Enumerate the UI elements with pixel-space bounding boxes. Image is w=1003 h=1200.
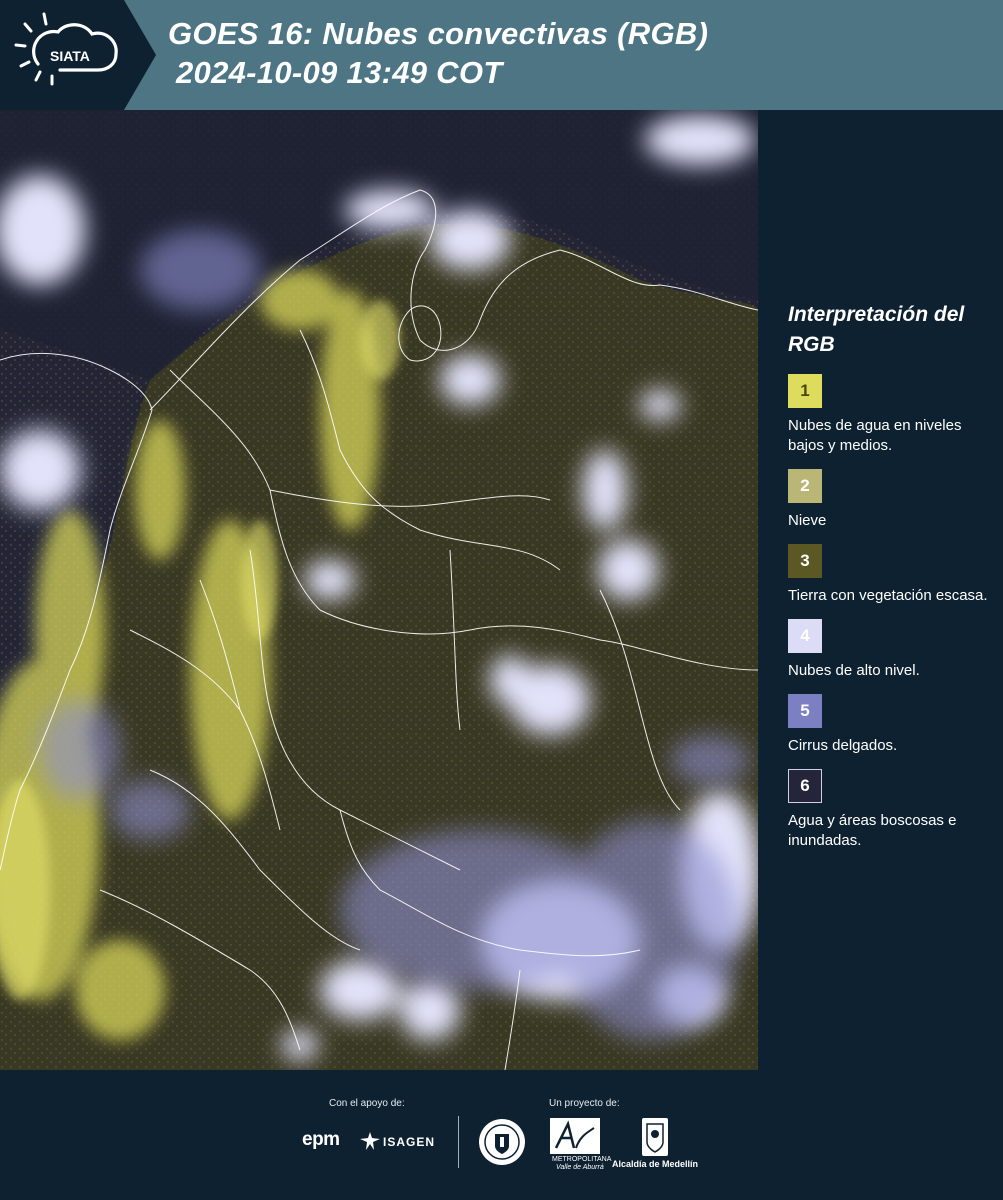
legend-swatch-6: 6 xyxy=(788,769,822,803)
legend-item-1: 1 Nubes de agua en niveles bajos y medio… xyxy=(788,374,988,456)
legend-swatch-5: 5 xyxy=(788,694,822,728)
isagen-logo: ISAGEN xyxy=(383,1135,436,1149)
legend-label-6: Agua y áreas boscosas e inundadas. xyxy=(788,812,957,849)
legend-label-3: Tierra con vegetación escasa. xyxy=(788,587,988,604)
legend-number-6: 6 xyxy=(800,776,810,795)
satellite-map[interactable] xyxy=(0,110,758,1070)
legend-swatch-2: 2 xyxy=(788,469,822,503)
legend-panel: Interpretación del RGB 1 Nubes de agua e… xyxy=(788,300,988,864)
page-timestamp: 2024-10-09 13:49 COT xyxy=(176,55,503,90)
header-bar: SIATA GOES 16: Nubes convectivas (RGB) 2… xyxy=(0,0,1003,110)
legend-label-2: Nieve xyxy=(788,512,827,529)
legend-number-3: 3 xyxy=(800,551,810,570)
legend-item-4: 4 Nubes de alto nivel. xyxy=(788,619,988,681)
legend-label-1: Nubes de agua en niveles bajos y medios. xyxy=(788,417,962,454)
legend-item-3: 3 Tierra con vegetación escasa. xyxy=(788,544,988,606)
legend-swatch-4: 4 xyxy=(788,619,822,653)
legend-label-5: Cirrus delgados. xyxy=(788,737,898,754)
legend-item-6: 6 Agua y áreas boscosas e inundadas. xyxy=(788,769,988,851)
legend-swatch-3: 3 xyxy=(788,544,822,578)
satellite-image xyxy=(0,110,758,1070)
isagen-star-icon xyxy=(360,1132,380,1150)
support-caption: Con el apoyo de: xyxy=(329,1098,405,1109)
legend-number-2: 2 xyxy=(800,476,810,495)
legend-item-5: 5 Cirrus delgados. xyxy=(788,694,988,756)
area-metropolitana-logo xyxy=(550,1118,600,1154)
legend-number-1: 1 xyxy=(800,381,810,400)
university-seal-icon xyxy=(479,1119,525,1165)
area-sub-caption: Valle de Aburrá xyxy=(556,1164,604,1171)
legend-item-2: 2 Nieve xyxy=(788,469,988,531)
alcaldia-caption: Alcaldía de Medellín xyxy=(612,1159,699,1169)
legend-number-5: 5 xyxy=(800,701,810,720)
footer: Con el apoyo de: Un proyecto de: epm ISA… xyxy=(0,1070,1003,1200)
legend-title: Interpretación del RGB xyxy=(788,303,965,356)
legend-number-4: 4 xyxy=(800,626,810,645)
project-caption: Un proyecto de: xyxy=(549,1098,620,1109)
area-caption: METROPOLITANA xyxy=(552,1156,612,1163)
page-title: GOES 16: Nubes convectivas (RGB) xyxy=(168,16,709,51)
legend-swatch-1: 1 xyxy=(788,374,822,408)
siata-logo-text: SIATA xyxy=(50,48,90,64)
footer-divider xyxy=(458,1116,459,1168)
alcaldia-crest-icon xyxy=(642,1118,668,1156)
legend-label-4: Nubes de alto nivel. xyxy=(788,662,920,679)
siata-logo: SIATA xyxy=(0,0,156,110)
epm-logo: epm xyxy=(302,1129,340,1150)
